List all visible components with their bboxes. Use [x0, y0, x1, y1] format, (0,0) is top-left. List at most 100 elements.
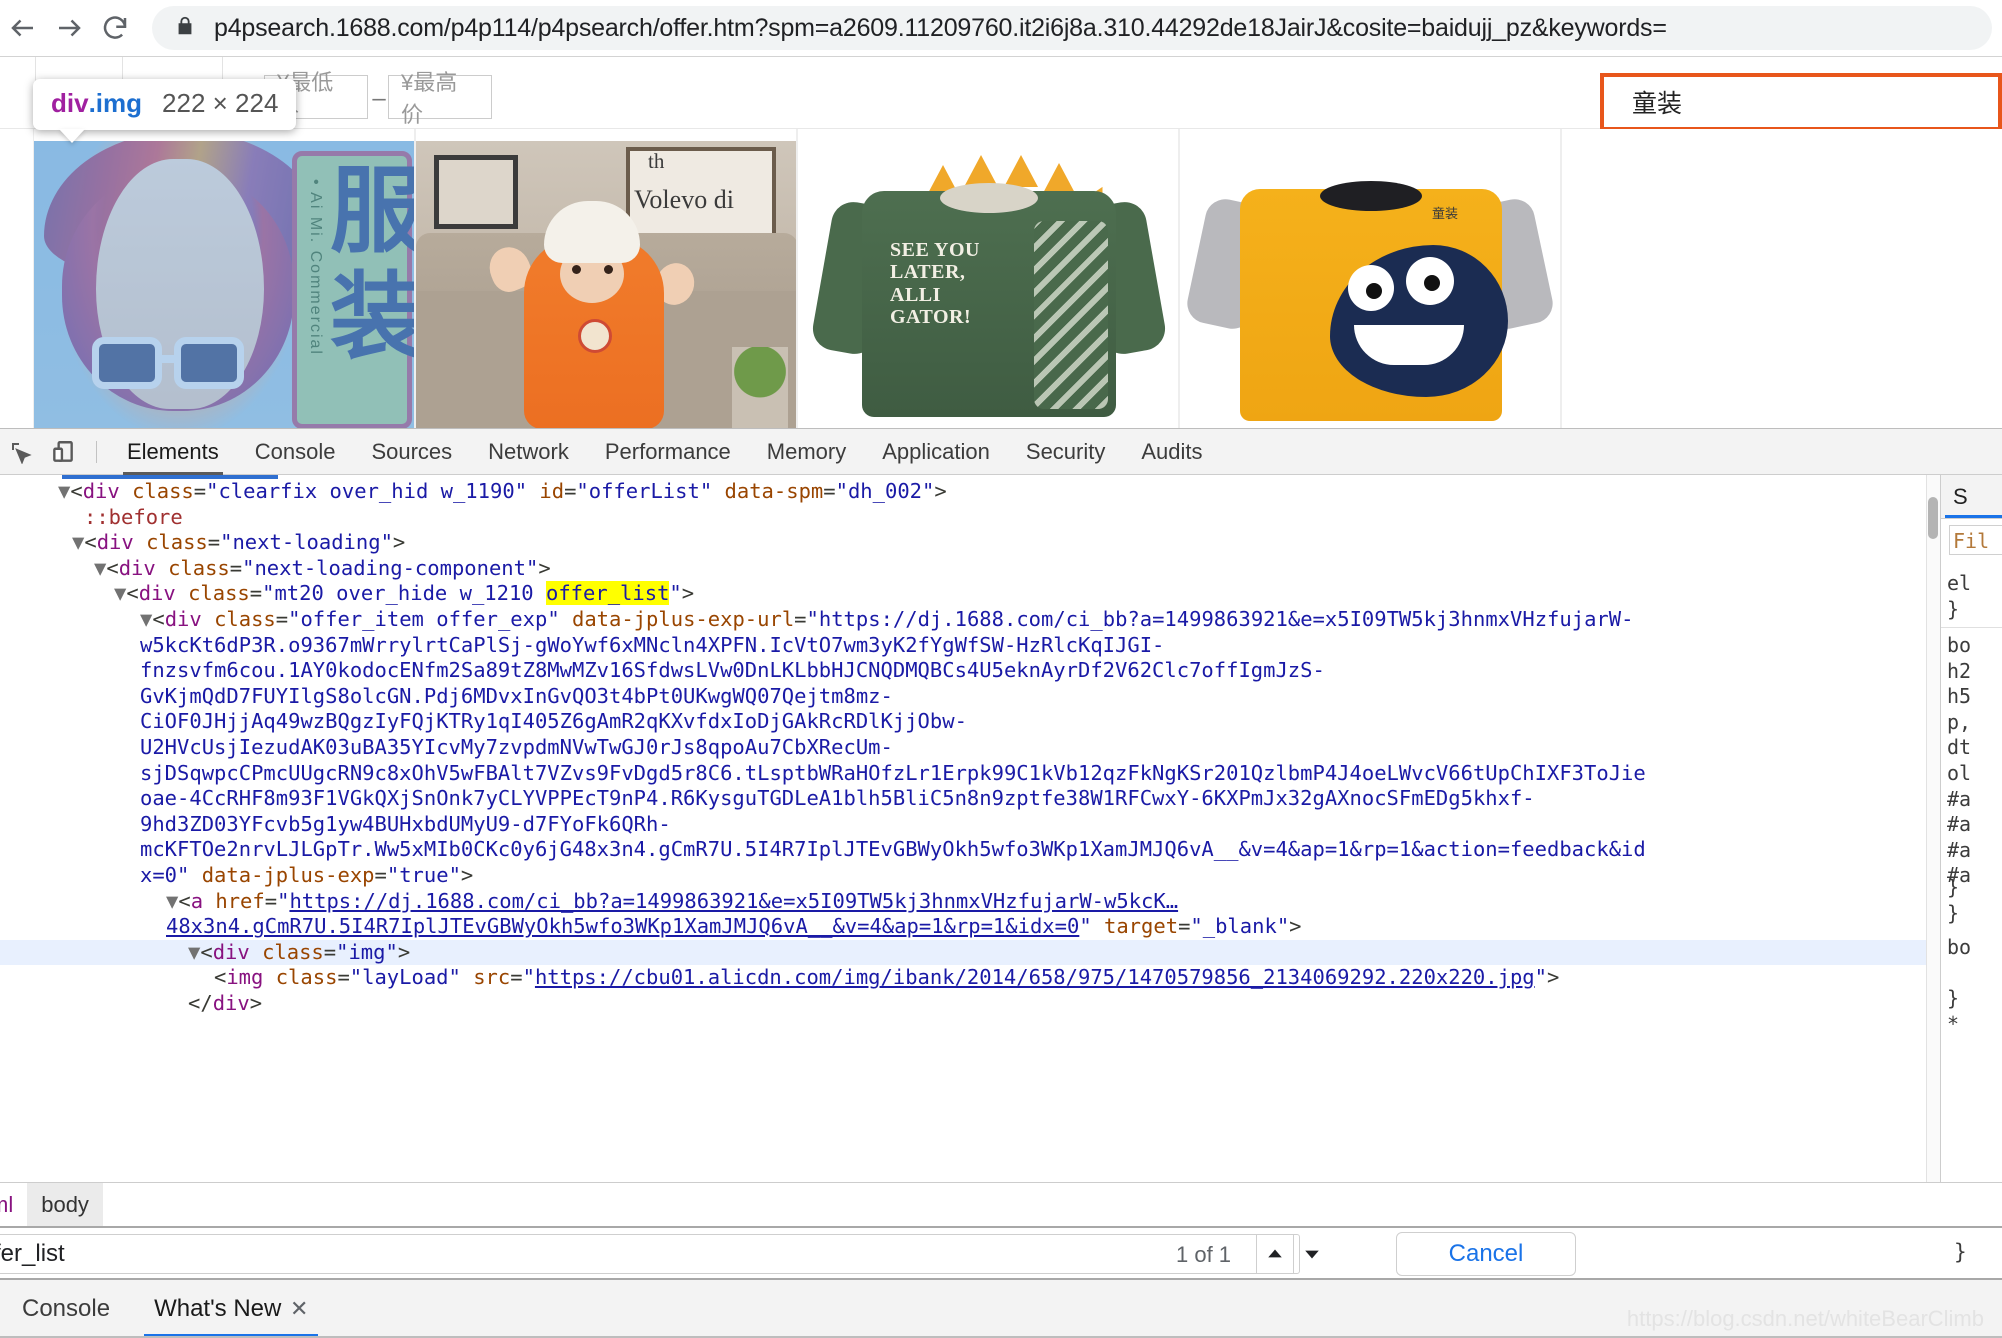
dom-tree-scrollbar-thumb[interactable]	[1928, 497, 1938, 539]
tab-performance[interactable]: Performance	[587, 429, 749, 475]
price-max-placeholder: ¥最高价	[401, 70, 458, 127]
dom-jplus-exp-value: true	[399, 862, 449, 887]
dom-row: fnzsvfm6cou.1AY0kodocENfm2Sa89tZ8MwMZv16…	[0, 658, 1940, 684]
dom-row: oae-4CcRHF8m93F1VGkQXjSnOnk7yCLYVPPEcT9n…	[0, 786, 1940, 812]
dom-selection-marker	[62, 475, 278, 479]
dom-row: CiOF0JHjjAq49wzBQgzIyFQjKTRy1qI405Z6gAmR…	[0, 709, 1940, 735]
dom-img-class: layLoad	[362, 965, 449, 990]
find-input[interactable]	[0, 1234, 1300, 1274]
product-card-monster-tee[interactable]: 童装	[1179, 129, 1561, 428]
device-toolbar-icon[interactable]	[42, 431, 84, 473]
product-grid: • Ai Mi. Commercial 服 装 th Volevo di SEE…	[0, 129, 2002, 428]
dom-row: U2HVcUsjIezudAK03uBA35YIcvMy7zvpdmNVwTwG…	[0, 735, 1940, 761]
devtools-drawer: Console What's New ✕ https://blog.csdn.n…	[0, 1280, 2002, 1338]
dom-row: 9hd3ZD03YFcvb5g1yw4BUHxbdUMyU9-d7FYoFk6Q…	[0, 812, 1940, 838]
styles-filter-placeholder: Fil	[1953, 529, 1990, 553]
dom-line5-class-highlight: offer_list	[546, 581, 670, 606]
sweater-graphic-text: SEE YOU LATER, ALLI GATOR!	[890, 239, 981, 329]
chevron-up-icon[interactable]	[1256, 1234, 1293, 1274]
back-arrow-icon[interactable]	[0, 5, 46, 51]
breadcrumb-item-body[interactable]: body	[27, 1182, 103, 1227]
tee-brand-text: 童装	[1432, 206, 1459, 221]
inspector-tooltip-dimensions: 222 × 224	[162, 88, 279, 118]
dom-tree-scrollbar[interactable]	[1926, 475, 1940, 1182]
address-bar[interactable]: p4psearch.1688.com/p4p114/p4psearch/offe…	[152, 6, 1992, 50]
chevron-down-icon[interactable]	[1293, 1234, 1330, 1274]
address-bar-url: p4psearch.1688.com/p4p114/p4psearch/offe…	[214, 13, 1667, 42]
devtools-tabbar: Elements Console Sources Network Perform…	[0, 429, 2002, 475]
inspector-tooltip: div .img 222 × 224	[33, 79, 297, 143]
inspector-tooltip-arrow	[59, 129, 85, 143]
dom-row[interactable]: </div>	[0, 991, 1940, 1017]
product-card-child-coat[interactable]: th Volevo di	[415, 129, 797, 428]
dom-row[interactable]: 48x3n4.gCmR7U.5I4R7IplJTEvGBWyOkh5wfo3WK…	[0, 914, 1940, 940]
dom-row[interactable]: ▼<a href="https://dj.1688.com/ci_bb?a=14…	[0, 889, 1940, 915]
tab-styles[interactable]: S	[1953, 475, 1968, 519]
dom-url-chunk-2: w5kcKt6dP3R.o9367mWrrylrtCaPlSj-gWoYwf6x…	[140, 632, 1165, 657]
dom-line4-class: next-loading-component	[254, 555, 526, 580]
frame-text-1: th	[648, 149, 665, 173]
dom-img-src[interactable]: https://cbu01.alicdn.com/img/ibank/2014/…	[535, 965, 1535, 989]
tab-console[interactable]: Console	[237, 429, 354, 475]
dom-url-chunk-1: https://dj.1688.com/ci_bb?a=1499863921&e…	[818, 606, 1634, 631]
dom-row[interactable]: <img class="layLoad" src="https://cbu01.…	[0, 965, 1940, 991]
tab-elements[interactable]: Elements	[109, 429, 237, 475]
dom-row[interactable]: ▼<div class="next-loading">	[0, 530, 1940, 556]
inspect-element-icon[interactable]	[0, 431, 42, 473]
tab-security[interactable]: Security	[1008, 429, 1123, 475]
toolbar-divider	[96, 440, 97, 463]
styles-pane: S Fil el } bo h2 h5 p, dt ol #a #a #a #a…	[1940, 475, 2002, 1182]
product-image: 童装	[1180, 141, 1560, 428]
product-card-dino-sweater[interactable]: SEE YOU LATER, ALLI GATOR!	[797, 129, 1179, 428]
dom-a-href-line1[interactable]: https://dj.1688.com/ci_bb?a=1499863921&e…	[289, 889, 1178, 913]
devtools-panel: Elements Console Sources Network Perform…	[0, 428, 2002, 1338]
drawer-tab-whats-new[interactable]: What's New ✕	[132, 1284, 330, 1338]
dom-tree-pane[interactable]: ▼<div class="clearfix over_hid w_1190" i…	[0, 475, 1940, 1182]
dom-url-chunk-8: oae-4CcRHF8m93F1VGkQXjSnOnk7yCLYVPPEcT9n…	[140, 786, 1535, 811]
tab-audits[interactable]: Audits	[1123, 429, 1220, 475]
tab-memory[interactable]: Memory	[749, 429, 864, 475]
price-max-input[interactable]: ¥最高价	[388, 70, 492, 127]
product-card-partial[interactable]	[1561, 129, 2002, 428]
find-bar: fer_list 1 of 1 Cancel }	[0, 1226, 2002, 1280]
product-image: SEE YOU LATER, ALLI GATOR!	[798, 141, 1178, 428]
styles-rule-2: bo h2 h5 p, dt ol #a #a #a #a	[1947, 633, 1972, 888]
inspector-tooltip-class: .img	[88, 88, 143, 118]
devtools-body: ▼<div class="clearfix over_hid w_1190" i…	[0, 475, 2002, 1182]
dom-url-chunk-5: CiOF0JHjjAq49wzBQgzIyFQjKTRy1qI405Z6gAmR…	[140, 709, 967, 734]
drawer-tab-console[interactable]: Console	[0, 1284, 132, 1338]
dom-row[interactable]: ▼<div class="clearfix over_hid w_1190" i…	[0, 479, 1940, 505]
breadcrumb-item-html[interactable]: ml	[0, 1183, 27, 1227]
styles-pane-brace: }	[1954, 1240, 1967, 1264]
dom-row[interactable]: ▼<div class="mt20 over_hide w_1210 offer…	[0, 581, 1940, 607]
product-card-fashion-poster[interactable]: • Ai Mi. Commercial 服 装	[33, 129, 415, 428]
dom-url-chunk-11: x=0	[140, 862, 178, 887]
dom-line6-class: offer_item offer_exp	[300, 606, 548, 631]
styles-tab-underline	[1945, 515, 2002, 518]
tab-sources[interactable]: Sources	[353, 429, 470, 475]
dom-row[interactable]: ::before	[0, 505, 1940, 531]
cancel-button[interactable]: Cancel	[1396, 1232, 1576, 1276]
product-image: • Ai Mi. Commercial 服 装	[34, 141, 414, 428]
reload-icon[interactable]	[92, 5, 138, 51]
dom-row-selected[interactable]: ▼<div class="img">	[0, 939, 1940, 966]
tab-application[interactable]: Application	[864, 429, 1008, 475]
dom-row[interactable]: ▼<div class="offer_item offer_exp" data-…	[0, 607, 1940, 633]
filter-row: 综合 价格 ¥最低价 – ¥最高价 童装	[0, 57, 2002, 131]
styles-rule-3: } }	[1947, 875, 1960, 925]
dom-row: GvKjmQdD7FUYIlgS8olcGN.Pdj6MDvxInGvQO3t4…	[0, 684, 1940, 710]
dom-url-chunk-10: mcKFTOe2nrvLJLGpTr.Ww5xMIb0CKc0y6jG48x3n…	[140, 837, 1646, 862]
tab-network[interactable]: Network	[470, 429, 587, 475]
dom-row: sjDSqwpcCPmcUUgcRN9c8xOhV5wFBAlt7VZvs9Fv…	[0, 761, 1940, 787]
styles-rule-1: el }	[1947, 571, 1972, 621]
product-image: th Volevo di	[416, 141, 796, 428]
dom-row[interactable]: ▼<div class="next-loading-component">	[0, 556, 1940, 582]
dom-a-href-line2[interactable]: 48x3n4.gCmR7U.5I4R7IplJTEvGBWyOkh5wfo3WK…	[166, 914, 1079, 938]
close-icon[interactable]: ✕	[290, 1296, 308, 1321]
frame-text-2: Volevo di	[634, 185, 734, 214]
product-image	[1562, 141, 1944, 428]
devtools-highlight-overlay	[34, 141, 414, 428]
keyword-search-input[interactable]: 童装	[1600, 73, 2002, 131]
find-query-text: fer_list	[0, 1240, 65, 1267]
forward-arrow-icon[interactable]	[46, 5, 92, 51]
